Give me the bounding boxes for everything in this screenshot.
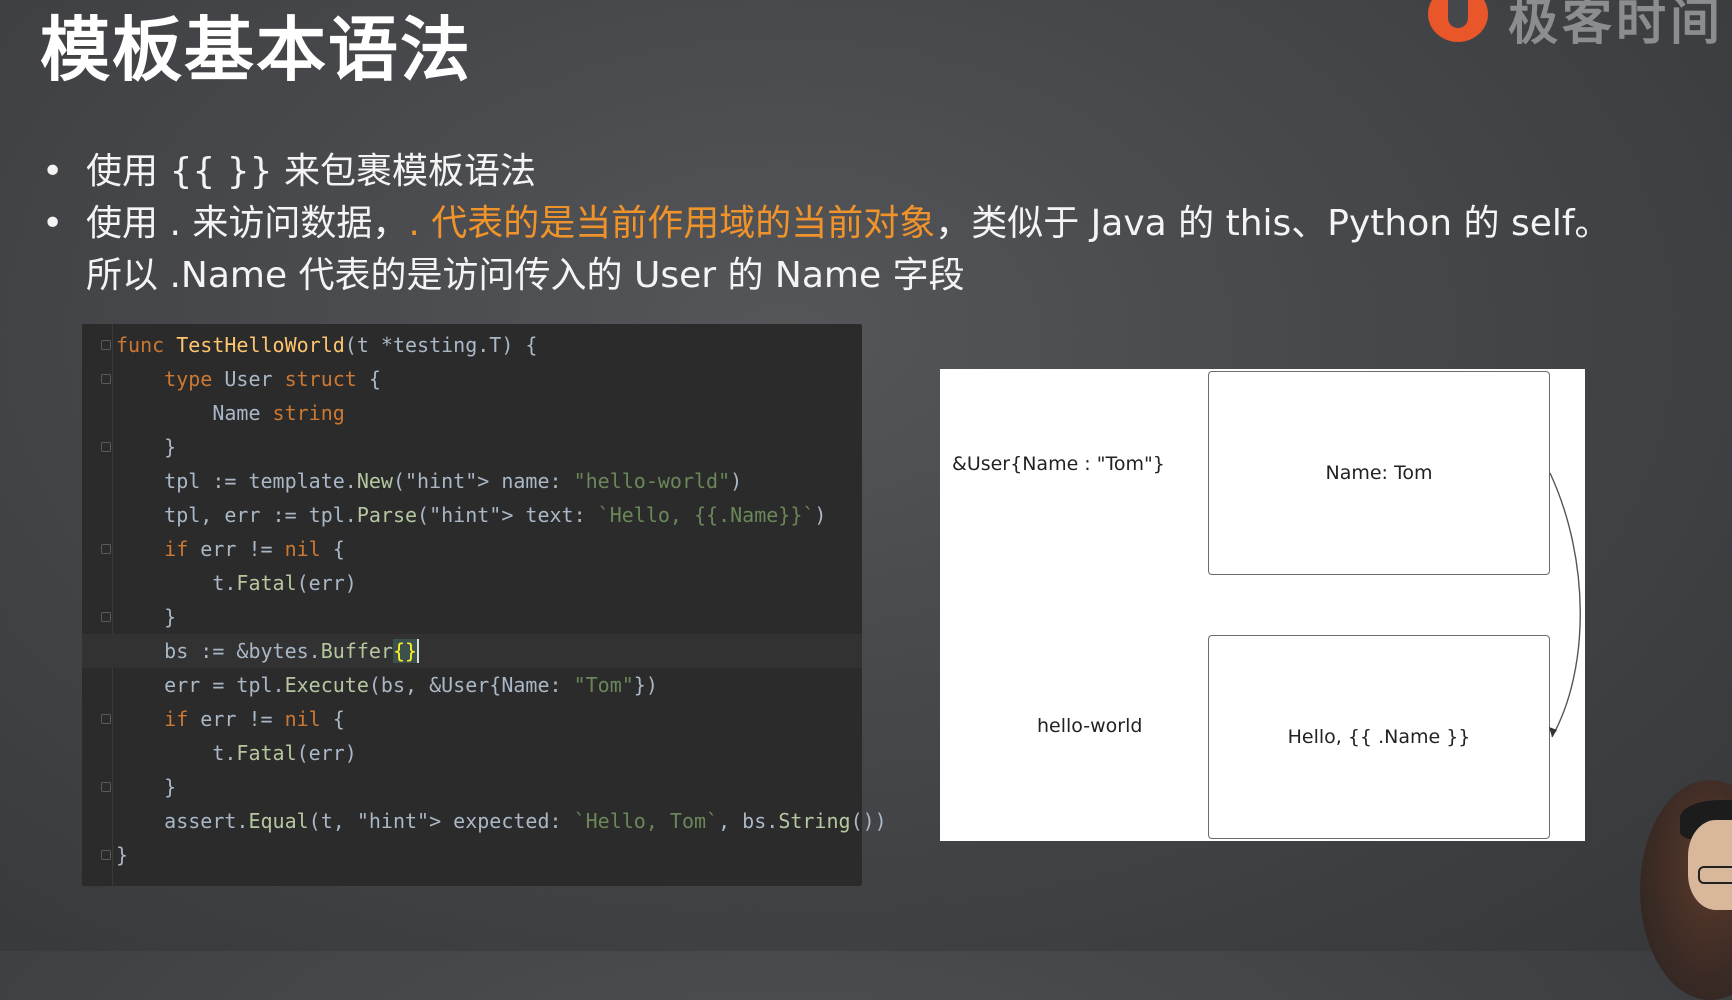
code-line[interactable]: tpl := template.New("hint"> name: "hello… — [82, 464, 862, 498]
code-line[interactable]: } — [82, 838, 862, 872]
fold-icon[interactable] — [101, 442, 111, 452]
slide-title: 模板基本语法 — [40, 9, 472, 91]
code-line[interactable]: bs := &bytes.Buffer{} — [82, 634, 862, 668]
code-line[interactable]: } — [82, 430, 862, 464]
fold-icon[interactable] — [101, 714, 111, 724]
code-line[interactable]: t.Fatal(err) — [82, 736, 862, 770]
fold-icon[interactable] — [101, 544, 111, 554]
code-editor[interactable]: func TestHelloWorld(t *testing.T) { type… — [82, 324, 887, 886]
glasses-icon — [1698, 866, 1732, 884]
fold-icon[interactable] — [101, 374, 111, 384]
presenter-webcam — [1640, 780, 1732, 1000]
code-line[interactable]: tpl, err := tpl.Parse("hint"> text: `Hel… — [82, 498, 862, 532]
bullet-item: • 使用 {{ }} 来包裹模板语法 — [40, 146, 1660, 198]
code-line[interactable]: type User struct { — [82, 362, 862, 396]
fold-icon[interactable] — [101, 850, 111, 860]
code-line[interactable]: if err != nil { — [82, 702, 862, 736]
presenter-face — [1688, 820, 1732, 910]
bullet-highlight: . 代表的是当前作用域的当前对象 — [408, 203, 936, 244]
template-diagram: &User{Name : "Tom"} hello-world Name: To… — [940, 369, 1585, 841]
bullet-text: 使用 . 来访问数据， — [86, 203, 409, 244]
bullet-item: • 使用 . 来访问数据，. 代表的是当前作用域的当前对象，类似于 Java 的… — [40, 198, 1660, 302]
bullet-list: • 使用 {{ }} 来包裹模板语法 • 使用 . 来访问数据，. 代表的是当前… — [40, 146, 1660, 302]
code-line[interactable]: } — [82, 600, 862, 634]
fold-icon[interactable] — [101, 612, 111, 622]
bullet-text-after: ，类似于 Java 的 this、Python 的 self。 — [935, 203, 1611, 244]
logo-icon — [1428, 0, 1488, 42]
code-line[interactable]: } — [82, 770, 862, 804]
code-line[interactable]: assert.Equal(t, "hint"> expected: `Hello… — [82, 804, 887, 838]
code-line[interactable]: Name string — [82, 396, 862, 430]
bullet-text-line2: 所以 .Name 代表的是访问传入的 User 的 Name 字段 — [86, 255, 965, 296]
bullet-text: 使用 {{ }} 来包裹模板语法 — [86, 151, 536, 192]
code-line[interactable]: err = tpl.Execute(bs, &User{Name: "Tom"}… — [82, 668, 862, 702]
fold-icon[interactable] — [101, 340, 111, 350]
code-line[interactable]: if err != nil { — [82, 532, 862, 566]
flow-arrow-icon — [1549, 472, 1581, 738]
code-line[interactable]: t.Fatal(err) — [82, 566, 862, 600]
brand-logo: 极客时间 — [1428, 0, 1728, 51]
logo-text: 极客时间 — [1508, 0, 1724, 51]
fold-icon[interactable] — [101, 782, 111, 792]
bullet-marker: • — [42, 151, 64, 192]
bullet-marker: • — [42, 203, 64, 244]
code-line[interactable]: func TestHelloWorld(t *testing.T) { — [82, 328, 862, 362]
